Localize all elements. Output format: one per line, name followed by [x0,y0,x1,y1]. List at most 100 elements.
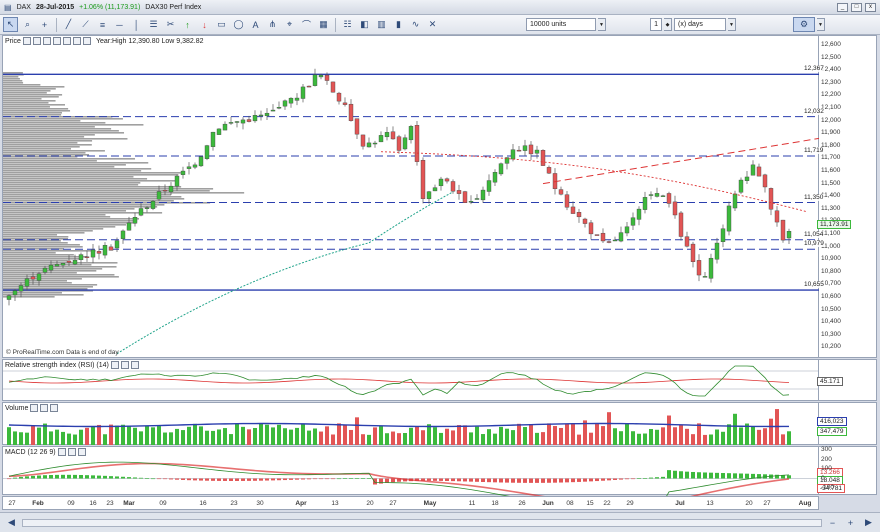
macd-histogram-bar [673,470,677,479]
macd-histogram-bar [745,473,749,479]
volume-bar [565,424,569,445]
units-select[interactable]: 10000 units [526,18,596,31]
close-button[interactable]: x [865,2,876,12]
close-icon[interactable] [50,404,59,412]
macd-histogram-bar [679,471,683,479]
volume-profile-bar [3,170,142,172]
date-tick-label: 23 [106,500,114,507]
volume-bar [73,434,77,445]
macd-histogram-bar [523,478,527,483]
candle-body [114,240,120,249]
rectangle-icon[interactable]: ▭ [214,17,229,32]
volume-avg-tag: 416,023 [817,417,847,426]
zoom-icon[interactable]: ⌕ [20,17,35,32]
units-dropdown-icon[interactable]: ▼ [598,18,606,31]
chart-style-icon[interactable]: ▮ [391,17,406,32]
period-unit-select[interactable]: (x) days [674,18,726,31]
candle-body [570,206,576,214]
scroll-left-icon[interactable]: ◀ [4,515,19,530]
close-icon[interactable] [130,361,139,369]
volume-bar [337,423,341,445]
macd-panel[interactable]: MACD (12 26 9) [2,446,820,496]
volume-panel[interactable]: Volume [2,402,819,445]
minimize-button[interactable]: _ [837,2,848,12]
candle-body [24,278,30,287]
volume-bar [277,424,281,445]
wrench-icon[interactable] [30,404,39,412]
cursor-icon[interactable]: ↖ [3,17,18,32]
maximize-button[interactable]: □ [851,2,862,12]
volume-bar [157,426,161,445]
panel-icon[interactable] [52,37,61,45]
trendline-icon[interactable]: ╱ [61,17,76,32]
wrench-icon[interactable] [22,37,31,45]
panel-icon[interactable] [67,448,76,456]
zoom-out-icon[interactable]: − [825,515,840,530]
price-panel[interactable]: Price Year:High 12,390.80 Low 9,382.82 ©… [2,35,825,358]
layout-icon[interactable]: ▥ [374,17,389,32]
macd-histogram-bar [211,478,215,481]
chart-settings-dropdown-icon[interactable]: ▼ [817,18,825,31]
macd-histogram-bar [277,478,281,481]
wrench-icon[interactable] [57,448,66,456]
date-tick-label: 16 [89,500,97,507]
horizontal-line-icon[interactable]: ─ [112,17,127,32]
indicator-icon[interactable]: ∿ [408,17,423,32]
toolbar-divider [335,17,336,32]
macd-histogram-bar [67,474,71,479]
gann-icon[interactable]: ⌖ [282,17,297,32]
arrow-up-icon[interactable]: ↑ [180,17,195,32]
wrench-icon[interactable] [110,361,119,369]
period-dropdown-icon[interactable]: ▼ [728,18,736,31]
close-icon[interactable] [77,448,86,456]
candle-body [144,207,150,209]
volume-bar [715,429,719,445]
period-spin-icon[interactable]: ◆ [664,18,672,31]
vertical-line-icon[interactable]: │ [129,17,144,32]
cycle-icon[interactable]: ⌒ [299,17,314,32]
rsi-panel[interactable]: Relative strength index (RSI) (14) [2,359,820,401]
ray-icon[interactable]: ⟋ [78,17,93,32]
close-icon[interactable] [82,37,91,45]
ellipse-icon[interactable]: ◯ [231,17,246,32]
chart-settings-icon[interactable]: ⚙ [793,17,815,32]
zoom-in-icon[interactable]: + [843,515,858,530]
horizontal-scrollbar[interactable] [22,518,822,527]
panel-icon[interactable] [40,404,49,412]
close-icon[interactable] [42,37,51,45]
scroll-right-icon[interactable]: ▶ [861,515,876,530]
macd-histogram-bar [385,478,389,483]
candle-body [594,234,600,236]
volume-bar [271,427,275,445]
grid-icon[interactable]: ▦ [316,17,331,32]
properties-icon[interactable]: ☷ [340,17,355,32]
macd-histogram-bar [235,478,239,481]
macd-histogram-bar [229,478,233,481]
pitchfork-icon[interactable]: ⋔ [265,17,280,32]
volume-profile-bar [3,212,163,214]
macd-histogram-bar [391,478,395,483]
volume-bar [91,426,95,445]
delete-icon[interactable]: ✕ [425,17,440,32]
crosshair-icon[interactable]: + [37,17,52,32]
color-icon[interactable]: ◧ [357,17,372,32]
close-icon[interactable] [62,37,71,45]
panel-icon[interactable] [120,361,129,369]
text-icon[interactable]: A [248,17,263,32]
volume-profile-bar [3,220,138,222]
price-tick-label: 12,000 [821,116,841,124]
fibonacci-icon[interactable]: ☰ [146,17,161,32]
volume-profile-bar [3,104,65,106]
panel-icon[interactable] [72,37,81,45]
candle-body [348,103,354,121]
macd-histogram-bar [631,478,635,480]
volume-profile-bar [3,158,135,160]
period-value-input[interactable]: 1 [650,18,662,31]
tools-icon[interactable]: ✂ [163,17,178,32]
price-tick-label: 12,300 [821,78,841,86]
macd-histogram-bar [133,477,137,479]
channel-icon[interactable]: ≡ [95,17,110,32]
arrow-down-icon[interactable]: ↓ [197,17,212,32]
macd-histogram-bar [331,478,335,480]
panel-icon[interactable] [32,37,41,45]
